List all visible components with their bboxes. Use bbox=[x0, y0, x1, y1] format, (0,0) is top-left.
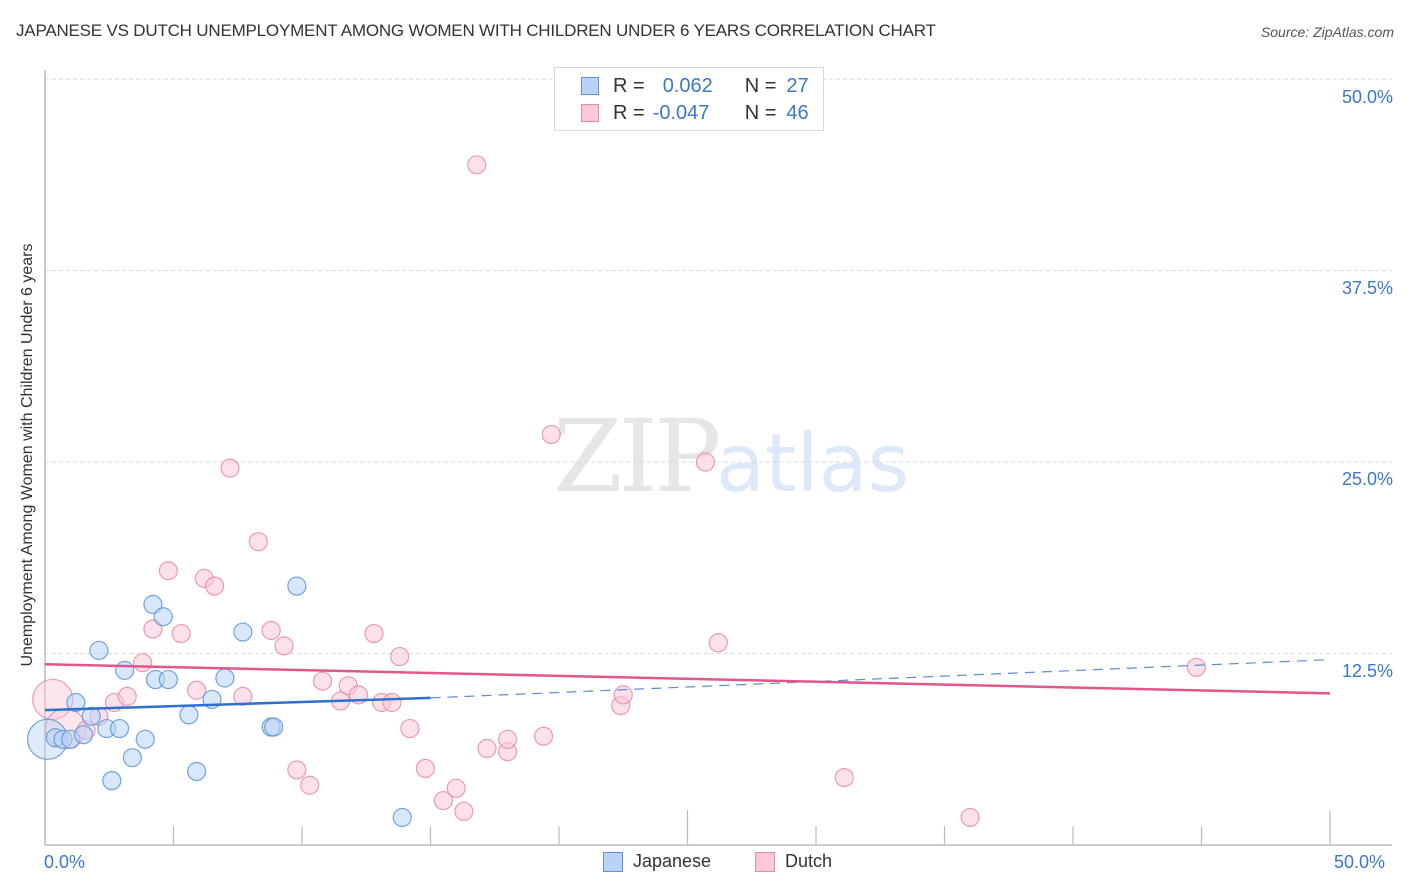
legend-item-dutch[interactable]: Dutch bbox=[755, 851, 832, 872]
dutch-point bbox=[498, 729, 518, 749]
japanese-point bbox=[122, 748, 142, 768]
dutch-point bbox=[613, 685, 633, 705]
legend-label: Japanese bbox=[633, 851, 712, 871]
japanese-point bbox=[264, 717, 284, 737]
dutch-point bbox=[158, 561, 178, 581]
dutch-point bbox=[541, 424, 561, 445]
grid-lines bbox=[45, 78, 1392, 654]
dutch-point bbox=[274, 636, 294, 656]
dutch-point bbox=[205, 576, 225, 596]
dutch-point bbox=[248, 532, 268, 552]
japanese-point bbox=[179, 705, 199, 725]
dutch-point bbox=[171, 623, 191, 644]
r-label: R = bbox=[613, 101, 645, 124]
y-tick-label: 37.5% bbox=[1341, 278, 1393, 298]
dutch-point bbox=[287, 760, 307, 780]
legend-label: Dutch bbox=[785, 851, 833, 871]
dutch-point bbox=[708, 633, 728, 653]
japanese-point bbox=[392, 807, 412, 828]
japanese-point bbox=[153, 607, 173, 627]
japanese-point bbox=[109, 718, 130, 739]
dutch-point bbox=[477, 738, 497, 759]
japanese-point bbox=[215, 668, 235, 688]
japanese-point bbox=[89, 640, 109, 661]
r-label: R = bbox=[613, 74, 645, 97]
japanese-point bbox=[287, 576, 307, 596]
dutch-point bbox=[364, 623, 384, 644]
legend-item-japanese[interactable]: Japanese bbox=[603, 851, 711, 872]
dutch-point bbox=[312, 671, 333, 691]
y-tick-label: 50.0% bbox=[1341, 87, 1393, 107]
r-value: -0.047 bbox=[652, 101, 710, 124]
dutch-point bbox=[133, 653, 153, 673]
japanese-point bbox=[158, 669, 178, 690]
dutch-point bbox=[220, 458, 240, 478]
dutch-point bbox=[415, 758, 435, 779]
dutch-point bbox=[382, 692, 402, 713]
n-label: N = bbox=[744, 74, 777, 97]
dutch-point bbox=[300, 775, 320, 795]
stats-legend-row-dutch: R = -0.047 N = 46 bbox=[581, 101, 809, 125]
axes bbox=[44, 70, 1392, 846]
dutch-point bbox=[960, 807, 980, 828]
dutch-swatch bbox=[581, 104, 599, 122]
japanese-trend-extension bbox=[430, 659, 1331, 699]
japanese-swatch bbox=[603, 851, 623, 872]
n-label: N = bbox=[744, 101, 777, 124]
dutch-point bbox=[1186, 657, 1206, 677]
dutch-point bbox=[695, 452, 716, 472]
dutch-point bbox=[834, 767, 854, 788]
dutch-point bbox=[454, 801, 474, 821]
stats-legend: R = 0.062 N = 27 R = -0.047 N = 46 bbox=[554, 67, 824, 131]
dutch-point bbox=[390, 646, 410, 667]
japanese-point bbox=[233, 622, 253, 642]
dutch-points bbox=[32, 155, 1206, 828]
dutch-point bbox=[117, 686, 137, 706]
y-tick-label: 12.5% bbox=[1341, 661, 1393, 681]
r-value: 0.062 bbox=[662, 74, 713, 97]
japanese-point bbox=[115, 660, 135, 680]
dutch-point bbox=[261, 620, 281, 641]
japanese-point bbox=[135, 729, 155, 749]
y-tick-label: 25.0% bbox=[1341, 469, 1393, 489]
n-value: 27 bbox=[786, 74, 809, 97]
dutch-point bbox=[533, 726, 554, 746]
series-legend: Japanese Dutch bbox=[0, 851, 1406, 877]
dutch-swatch bbox=[755, 851, 775, 872]
dutch-point bbox=[400, 718, 420, 739]
stats-legend-row-japanese: R = 0.062 N = 27 bbox=[581, 74, 809, 98]
japanese-point bbox=[102, 771, 122, 791]
dutch-point bbox=[446, 778, 466, 798]
japanese-swatch bbox=[581, 77, 599, 95]
n-value: 46 bbox=[786, 101, 809, 124]
dutch-point bbox=[467, 155, 487, 175]
japanese-point bbox=[73, 725, 94, 745]
japanese-point bbox=[187, 761, 207, 782]
scatter-plot bbox=[26, 70, 1392, 846]
